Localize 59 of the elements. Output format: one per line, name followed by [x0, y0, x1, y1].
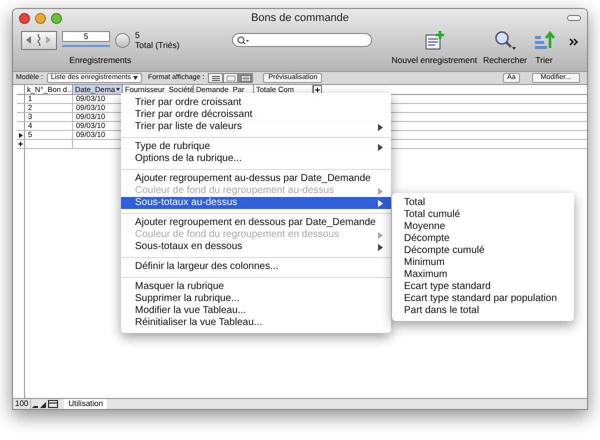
- menu-item[interactable]: Décompte cumulé: [392, 245, 574, 257]
- submenu-arrow-icon: [378, 124, 383, 130]
- mode-label: Utilisation: [64, 399, 108, 409]
- view-button[interactable]: [208, 73, 224, 83]
- menu-item[interactable]: Ecart type standard: [392, 281, 574, 293]
- overflow-chevron-icon[interactable]: [569, 38, 579, 46]
- menu-item[interactable]: Réinitialiser la vue Tableau...: [121, 317, 391, 329]
- menu-item[interactable]: Supprimer la rubrique...: [121, 293, 391, 305]
- status-area-toggle-icon[interactable]: [48, 400, 58, 408]
- record-navigation-icon[interactable]: [21, 30, 57, 50]
- record-number-field[interactable]: 5: [62, 31, 110, 42]
- toolbar-toggle-button[interactable]: [567, 15, 581, 21]
- zoom-in-icon[interactable]: [39, 400, 48, 408]
- menu-item[interactable]: Minimum: [392, 257, 574, 269]
- submenu-arrow-icon: [378, 144, 383, 150]
- search-field[interactable]: [232, 33, 372, 47]
- menu-item[interactable]: Options de la rubrique...: [121, 153, 391, 165]
- dropdown-caret-icon: [133, 76, 138, 80]
- dropdown-caret-icon: [116, 88, 120, 91]
- menu-item[interactable]: Total cumulé: [392, 209, 574, 221]
- toolbar-button[interactable]: Trier: [533, 30, 555, 65]
- zoom-button[interactable]: [51, 12, 62, 24]
- menu-item[interactable]: Trier par ordre croissant: [121, 97, 391, 109]
- toolbar-button[interactable]: Nouvel enregistrement: [392, 30, 478, 65]
- menu-item[interactable]: Définir la largeur des colonnes...: [121, 261, 391, 273]
- menu-item[interactable]: Modifier la vue Tableau...: [121, 305, 391, 317]
- menu-item[interactable]: Part dans le total: [392, 305, 574, 317]
- menu-item[interactable]: Sous-totaux au-dessus: [121, 197, 391, 209]
- view-button[interactable]: [238, 73, 254, 83]
- view-button[interactable]: [223, 73, 238, 83]
- menu-item[interactable]: Masquer la rubrique: [121, 281, 391, 293]
- table-view-icon: [240, 74, 251, 82]
- form-view-icon: [210, 74, 221, 82]
- toolbar-button[interactable]: Rechercher: [483, 30, 527, 65]
- menu-item[interactable]: Décompte: [392, 233, 574, 245]
- add-row-button[interactable]: +: [17, 140, 25, 148]
- menu-item[interactable]: Trier par ordre décroissant: [121, 109, 391, 121]
- zoom-level: 100: [13, 398, 32, 409]
- menu-item[interactable]: Ecart type standard par population: [392, 293, 574, 305]
- records-label: Enregistrements: [69, 54, 132, 67]
- menu-item[interactable]: Sous-totaux en dessous: [121, 241, 391, 253]
- window-title: Bons de commande: [251, 10, 349, 26]
- pie-indicator-icon: [115, 32, 130, 48]
- new-record-icon: [423, 30, 446, 52]
- close-button[interactable]: [19, 12, 30, 24]
- minimize-button[interactable]: [35, 12, 46, 24]
- search-icon: [493, 30, 518, 52]
- record-status: Total (Triés): [135, 40, 180, 50]
- sort-icon: [533, 30, 555, 52]
- menu-item[interactable]: Maximum: [392, 269, 574, 281]
- menu-item[interactable]: Ajouter regroupement au-dessus par Date_Demande: [121, 173, 391, 185]
- search-icon: [236, 36, 249, 44]
- list-view-icon: [226, 74, 236, 82]
- menu-item[interactable]: Type de rubrique: [121, 141, 391, 153]
- menu-item[interactable]: Trier par liste de valeurs: [121, 121, 391, 133]
- menu-item[interactable]: Total: [392, 197, 574, 209]
- menu-item[interactable]: Moyenne: [392, 221, 574, 233]
- menu-item[interactable]: Ajouter regroupement en dessous par Date_Demande: [121, 217, 391, 229]
- record-count: 5: [135, 30, 141, 40]
